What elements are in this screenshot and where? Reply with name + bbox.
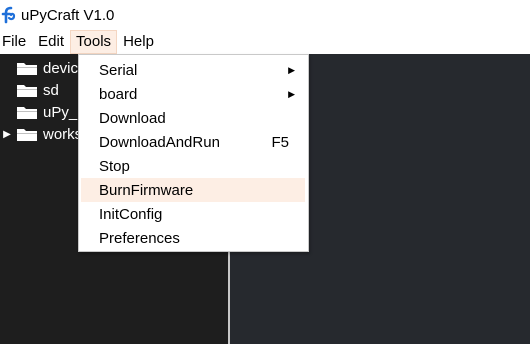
menu-item-label: Serial xyxy=(99,61,138,79)
menu-item-burn-firmware[interactable]: BurnFirmware xyxy=(81,178,305,202)
menu-item-preferences[interactable]: Preferences xyxy=(81,226,305,250)
tree-item-workspace[interactable]: ▶ works xyxy=(0,123,82,145)
menu-item-shortcut: F5 xyxy=(271,133,289,151)
menu-bar: File Edit Tools Help xyxy=(0,30,530,54)
menu-item-stop[interactable]: Stop xyxy=(81,154,305,178)
tree-item-label: uPy_ xyxy=(43,103,78,121)
menu-item-label: DownloadAndRun xyxy=(99,133,220,151)
menu-item-init-config[interactable]: InitConfig xyxy=(81,202,305,226)
menu-item-label: BurnFirmware xyxy=(99,181,194,199)
tree-item-sd[interactable]: sd xyxy=(0,79,59,101)
folder-icon xyxy=(17,129,37,141)
expand-arrow-icon[interactable]: ▶ xyxy=(0,129,14,140)
window-title: uPyCraft V1.0 xyxy=(21,6,115,24)
menu-item-label: Preferences xyxy=(99,229,180,247)
menu-item-download-and-run[interactable]: DownloadAndRun F5 xyxy=(81,130,305,154)
tree-item-device[interactable]: device xyxy=(0,57,86,79)
tree-item-label: works xyxy=(43,125,83,143)
submenu-arrow-icon: ▶ xyxy=(288,88,295,99)
menu-item-label: InitConfig xyxy=(99,205,163,223)
menu-item-board[interactable]: board ▶ xyxy=(81,82,305,106)
submenu-arrow-icon: ▶ xyxy=(288,64,295,75)
folder-icon xyxy=(17,63,37,75)
menu-item-download[interactable]: Download xyxy=(81,106,305,130)
menu-item-serial[interactable]: Serial ▶ xyxy=(81,58,305,82)
title-bar: uPyCraft V1.0 xyxy=(0,0,530,30)
menu-file[interactable]: File xyxy=(0,30,34,54)
tree-item-upy-lib[interactable]: uPy_ xyxy=(0,101,77,123)
folder-icon xyxy=(17,85,37,97)
menu-item-label: board xyxy=(99,85,138,103)
menu-tools[interactable]: Tools xyxy=(70,30,118,54)
menu-item-label: Stop xyxy=(99,157,130,175)
menu-item-label: Download xyxy=(99,109,166,127)
tools-dropdown-menu: Serial ▶ board ▶ Download DownloadAndRun… xyxy=(78,54,309,252)
folder-icon xyxy=(17,107,37,119)
upycraft-logo-icon xyxy=(1,6,17,24)
tree-item-label: sd xyxy=(43,81,59,99)
menu-help[interactable]: Help xyxy=(117,30,158,54)
menu-edit[interactable]: Edit xyxy=(34,30,70,54)
